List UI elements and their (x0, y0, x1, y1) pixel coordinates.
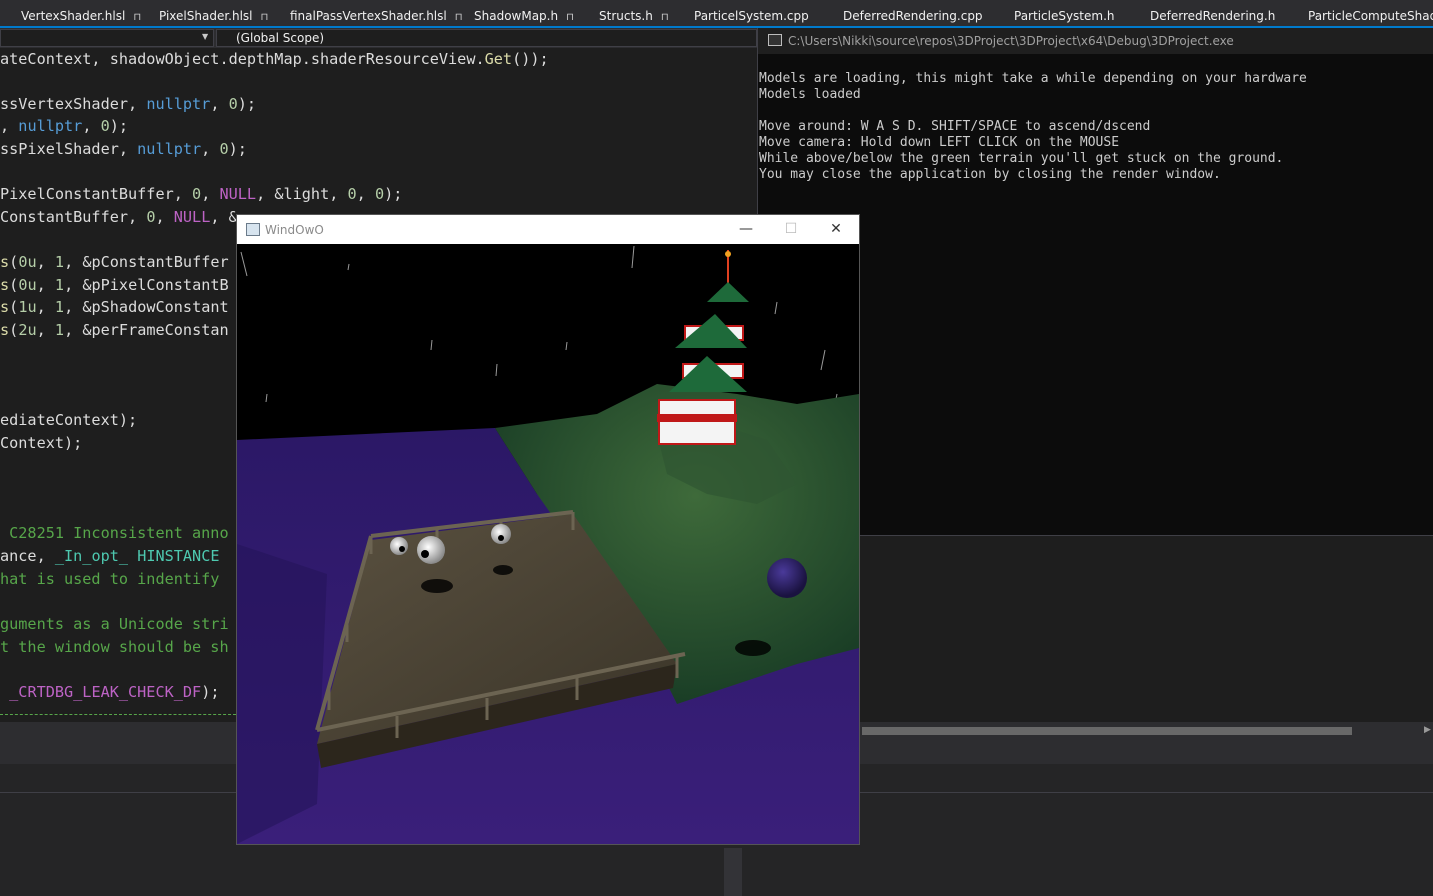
tab-pixelshader[interactable]: PixelShader.hlsl ⊓ (159, 0, 268, 26)
tab-deferredrendering-h[interactable]: DeferredRendering.h (1150, 0, 1275, 26)
document-tab-bar: VertexShader.hlsl ⊓ PixelShader.hlsl ⊓ fin… (0, 0, 1433, 28)
code-line: ateContext, shadowObject.depthMap.shader… (0, 50, 549, 68)
water-shadow (237, 544, 327, 844)
pin-icon[interactable]: ⊓ (133, 12, 141, 23)
tab-label: VertexShader.hlsl (21, 9, 126, 23)
navigation-bar: ▼ (Global Scope) (0, 28, 757, 48)
code-line: ediateContext); (0, 411, 138, 429)
comment-separator (0, 714, 236, 715)
project-dropdown[interactable] (0, 29, 214, 47)
purple-sphere-model (767, 558, 807, 598)
code-line: s(1u, 1, &pShadowConstant (0, 298, 229, 316)
pin-icon[interactable]: ⊓ (566, 12, 574, 23)
scrollbar-thumb[interactable] (862, 727, 1352, 735)
tab-label: ParticleComputeShader (1308, 9, 1433, 23)
tab-label: ParticleSystem.h (1014, 9, 1115, 23)
pin-icon[interactable]: ⊓ (661, 12, 669, 23)
console-app-icon (768, 34, 782, 46)
console-line: Move around: W A S D. SHIFT/SPACE to asc… (759, 119, 1151, 134)
code-line: s(0u, 1, &pPixelConstantB (0, 276, 229, 294)
scroll-right-icon[interactable]: ▶ (1424, 725, 1431, 735)
render-window-title-bar[interactable]: WindOwO — ☐ ✕ (237, 215, 859, 244)
tab-label: Structs.h (599, 9, 653, 23)
scope-label: (Global Scope) (236, 31, 325, 45)
console-title: C:\Users\Nikki\source\repos\3DProject\3D… (788, 34, 1234, 48)
code-line: , nullptr, 0); (0, 117, 129, 135)
render-window[interactable]: WindOwO — ☐ ✕ (236, 214, 860, 845)
3d-scene-viewport[interactable] (237, 244, 859, 844)
maximize-icon[interactable]: ☐ (768, 215, 814, 244)
console-line: You may close the application by closing… (759, 167, 1221, 182)
code-line: _CRTDBG_LEAK_CHECK_DF); (9, 683, 220, 701)
code-line: PixelConstantBuffer, 0, NULL, &light, 0,… (0, 185, 403, 203)
tab-particelsystem-cpp[interactable]: ParticelSystem.cpp (694, 0, 809, 26)
code-line: s(2u, 1, &perFrameConstan (0, 321, 229, 339)
tab-shadowmap[interactable]: ShadowMap.h ⊓ (474, 0, 574, 26)
tab-label: ShadowMap.h (474, 9, 559, 23)
tab-label: finalPassVertexShader.hlsl (290, 9, 447, 23)
console-line: Models loaded (759, 87, 861, 102)
tab-label: ParticelSystem.cpp (694, 9, 809, 23)
minimize-icon[interactable]: — (723, 215, 769, 244)
background-panel (860, 535, 1433, 721)
sphere-shadow (735, 640, 771, 656)
render-window-title: WindOwO (265, 223, 324, 237)
pin-icon[interactable]: ⊓ (455, 12, 463, 23)
tab-vertexshader[interactable]: VertexShader.hlsl ⊓ (21, 0, 141, 26)
tab-particlesystem-h[interactable]: ParticleSystem.h (1014, 0, 1115, 26)
code-line: guments as a Unicode stri (0, 615, 229, 633)
console-line: Models are loading, this might take a wh… (759, 71, 1307, 86)
pin-icon[interactable]: ⊓ (261, 12, 269, 23)
code-line: t the window should be sh (0, 638, 229, 656)
code-line: s(0u, 1, &pConstantBuffer (0, 253, 229, 271)
code-line: ance, _In_opt_ HINSTANCE (0, 547, 220, 565)
tab-finalpassvertexshader[interactable]: finalPassVertexShader.hlsl ⊓ (290, 0, 463, 26)
tab-label: DeferredRendering.h (1150, 9, 1276, 23)
code-line: ConstantBuffer, 0, NULL, & (0, 208, 238, 226)
tab-label: PixelShader.hlsl (159, 9, 253, 23)
render-window-icon (246, 223, 260, 236)
code-line: ssPixelShader, nullptr, 0); (0, 140, 247, 158)
chevron-down-icon[interactable]: ▼ (202, 32, 208, 41)
code-line: C28251 Inconsistent anno (0, 524, 229, 542)
console-line: While above/below the green terrain you'… (759, 151, 1284, 166)
tab-deferredrendering-cpp[interactable]: DeferredRendering.cpp (843, 0, 983, 26)
tab-label: DeferredRendering.cpp (843, 9, 983, 23)
panel-splitter[interactable] (724, 848, 742, 896)
code-line: Context); (0, 434, 83, 452)
tab-particlecomputeshader[interactable]: ParticleComputeShader (1308, 0, 1433, 26)
code-line: ssVertexShader, nullptr, 0); (0, 95, 257, 113)
tab-structs[interactable]: Structs.h ⊓ (599, 0, 669, 26)
code-line: hat is used to indentify (0, 570, 229, 588)
close-icon[interactable]: ✕ (813, 215, 859, 244)
console-line: Move camera: Hold down LEFT CLICK on the… (759, 135, 1120, 150)
console-title-bar[interactable]: C:\Users\Nikki\source\repos\3DProject\3D… (758, 28, 1433, 54)
